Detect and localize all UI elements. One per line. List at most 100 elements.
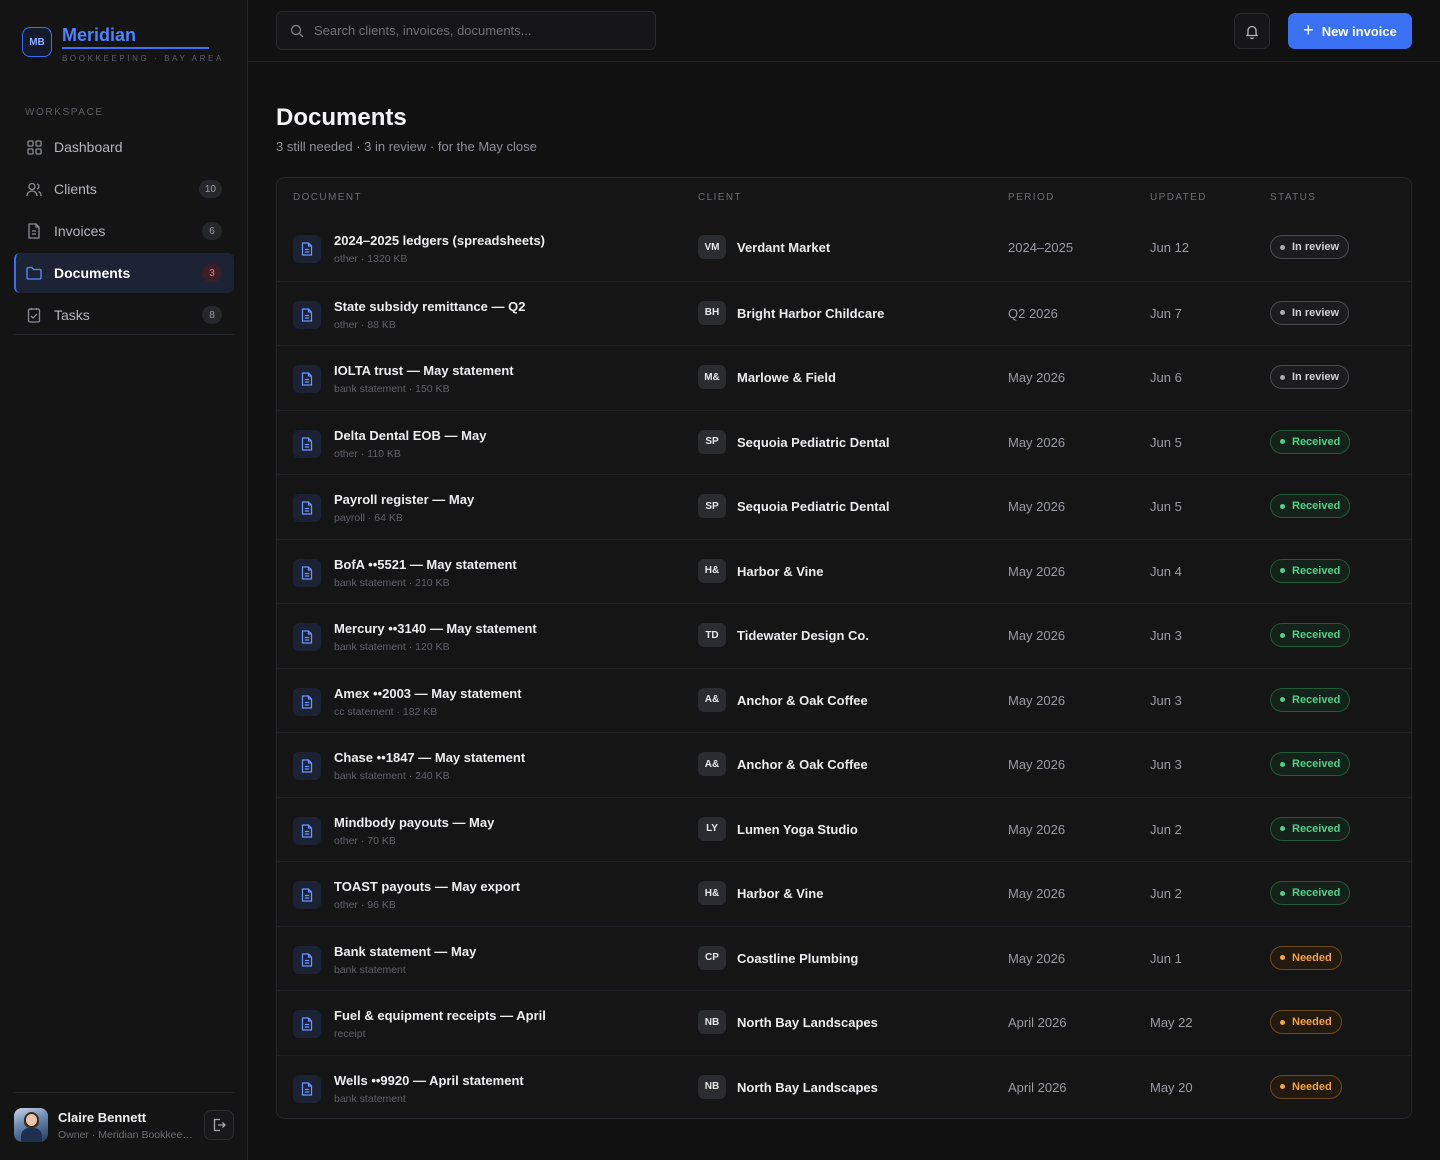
- client-name[interactable]: Sequoia Pediatric Dental: [737, 499, 889, 514]
- client-name[interactable]: Sequoia Pediatric Dental: [737, 435, 889, 450]
- grid-icon: [25, 138, 43, 156]
- document-title[interactable]: Fuel & equipment receipts — April: [334, 1008, 546, 1023]
- document-title[interactable]: State subsidy remittance — Q2: [334, 299, 525, 314]
- status-label: Received: [1292, 435, 1341, 448]
- client-badge: TD: [698, 623, 726, 647]
- brand-text: Meridian BOOKKEEPING · BAY AREA: [62, 26, 224, 63]
- document-title[interactable]: Chase ••1847 — May statement: [334, 750, 525, 765]
- client-name[interactable]: Tidewater Design Co.: [737, 628, 869, 643]
- document-title[interactable]: Wells ••9920 — April statement: [334, 1073, 524, 1088]
- user-profile: Claire Bennett Owner · Meridian Bookkeep…: [14, 1092, 234, 1142]
- document-title[interactable]: Amex ••2003 — May statement: [334, 686, 522, 701]
- table-row[interactable]: TOAST payouts — May export other · 96 KB…: [277, 861, 1411, 926]
- client-name[interactable]: Verdant Market: [737, 240, 830, 255]
- sidebar-item-tasks[interactable]: Tasks 8: [14, 295, 234, 335]
- sidebar-item-dashboard[interactable]: Dashboard: [14, 127, 234, 167]
- table-row[interactable]: Fuel & equipment receipts — April receip…: [277, 990, 1411, 1055]
- brand-name: Meridian: [62, 26, 209, 49]
- table-row[interactable]: Delta Dental EOB — May other · 110 KB SP…: [277, 409, 1411, 475]
- user-role: Owner · Meridian Bookkeeping: [58, 1128, 194, 1141]
- document-meta: other · 1320 KB: [334, 253, 408, 265]
- document-meta: bank statement · 240 KB: [334, 770, 450, 782]
- nav-divider: [14, 334, 234, 335]
- client-name[interactable]: Anchor & Oak Coffee: [737, 757, 868, 772]
- table-header: DOCUMENT CLIENT PERIOD UPDATED STATUS: [277, 178, 1411, 216]
- column-header-updated[interactable]: UPDATED: [1150, 192, 1207, 203]
- period: May 2026: [1008, 628, 1066, 643]
- table-row[interactable]: Bank statement — May bank statement CP C…: [277, 925, 1411, 991]
- updated-date: Jun 6: [1150, 370, 1182, 385]
- client-name[interactable]: Anchor & Oak Coffee: [737, 693, 868, 708]
- column-header-status[interactable]: STATUS: [1270, 192, 1316, 203]
- status-dot-icon: [1280, 826, 1285, 831]
- document-title[interactable]: BofA ••5521 — May statement: [334, 557, 517, 572]
- client-badge: H&: [698, 558, 726, 583]
- document-meta: bank statement: [334, 963, 406, 976]
- document-title[interactable]: Bank statement — May: [334, 944, 476, 959]
- column-header-period[interactable]: PERIOD: [1008, 192, 1055, 203]
- table-row[interactable]: Amex ••2003 — May statement cc statement…: [277, 667, 1411, 733]
- tasks-icon: [25, 306, 43, 324]
- client-name[interactable]: North Bay Landscapes: [737, 1080, 878, 1095]
- period: 2024–2025: [1008, 240, 1074, 255]
- client-name[interactable]: Lumen Yoga Studio: [737, 822, 858, 837]
- document-title[interactable]: TOAST payouts — May export: [334, 879, 520, 894]
- search-bar[interactable]: [276, 11, 656, 50]
- avatar[interactable]: [14, 1108, 48, 1142]
- table-row[interactable]: Wells ••9920 — April statement bank stat…: [277, 1054, 1411, 1119]
- client-name[interactable]: Harbor & Vine: [737, 886, 823, 901]
- brand-logo: MB: [22, 27, 52, 57]
- table-row[interactable]: Mindbody payouts — May other · 70 KB LY …: [277, 796, 1411, 862]
- document-icon: [293, 300, 321, 329]
- status-badge: In review: [1270, 235, 1350, 259]
- new-invoice-button[interactable]: + New invoice: [1288, 13, 1412, 49]
- document-icon: [293, 1010, 321, 1038]
- period: May 2026: [1008, 499, 1066, 514]
- search-input[interactable]: [314, 23, 634, 38]
- client-name[interactable]: Coastline Plumbing: [737, 951, 858, 966]
- status-label: Received: [1292, 758, 1341, 770]
- logout-button[interactable]: [204, 1110, 234, 1140]
- document-icon: [293, 235, 321, 263]
- table-row[interactable]: State subsidy remittance — Q2 other · 88…: [277, 280, 1411, 346]
- client-name[interactable]: Harbor & Vine: [737, 564, 823, 579]
- column-header-document[interactable]: DOCUMENT: [293, 192, 362, 203]
- document-title[interactable]: 2024–2025 ledgers (spreadsheets): [334, 233, 545, 248]
- status-badge: In review: [1270, 365, 1350, 389]
- table-row[interactable]: Chase ••1847 — May statement bank statem…: [277, 732, 1411, 797]
- document-title[interactable]: Mercury ••3140 — May statement: [334, 621, 537, 636]
- updated-date: Jun 3: [1150, 692, 1182, 708]
- table-row[interactable]: Payroll register — May payroll · 64 KB S…: [277, 474, 1411, 539]
- sidebar-item-clients[interactable]: Clients 10: [14, 169, 234, 209]
- sidebar-item-documents[interactable]: Documents 3: [14, 253, 234, 293]
- document-title[interactable]: Delta Dental EOB — May: [334, 428, 486, 443]
- period: May 2026: [1008, 821, 1066, 837]
- document-icon: [293, 558, 321, 587]
- column-header-client[interactable]: CLIENT: [698, 192, 742, 203]
- document-meta: bank statement · 150 KB: [334, 383, 450, 395]
- client-name[interactable]: Bright Harbor Childcare: [737, 306, 884, 321]
- document-meta: bank statement: [334, 1092, 406, 1105]
- table-row[interactable]: IOLTA trust — May statement bank stateme…: [277, 345, 1411, 410]
- status-badge: Received: [1270, 752, 1351, 776]
- document-title[interactable]: Mindbody payouts — May: [334, 815, 494, 830]
- notifications-button[interactable]: [1234, 13, 1270, 49]
- document-title[interactable]: IOLTA trust — May statement: [334, 363, 514, 378]
- status-dot-icon: [1280, 632, 1285, 638]
- sidebar-item-label: Dashboard: [54, 139, 123, 155]
- table-row[interactable]: Mercury ••3140 — May statement bank stat…: [277, 603, 1411, 668]
- document-icon: [293, 1074, 321, 1103]
- updated-date: Jun 3: [1150, 628, 1182, 643]
- client-name[interactable]: North Bay Landscapes: [737, 1015, 878, 1030]
- client-badge: A&: [698, 687, 726, 712]
- sidebar-item-invoices[interactable]: Invoices 6: [14, 211, 234, 251]
- client-name[interactable]: Marlowe & Field: [737, 370, 836, 385]
- period: April 2026: [1008, 1015, 1067, 1030]
- status-badge: Received: [1270, 623, 1351, 647]
- brand[interactable]: MB Meridian BOOKKEEPING · BAY AREA: [22, 26, 224, 63]
- table-row[interactable]: BofA ••5521 — May statement bank stateme…: [277, 538, 1411, 604]
- table-row[interactable]: 2024–2025 ledgers (spreadsheets) other ·…: [277, 216, 1411, 281]
- status-badge: Received: [1270, 687, 1351, 712]
- document-title[interactable]: Payroll register — May: [334, 492, 474, 507]
- status-label: Needed: [1292, 951, 1332, 964]
